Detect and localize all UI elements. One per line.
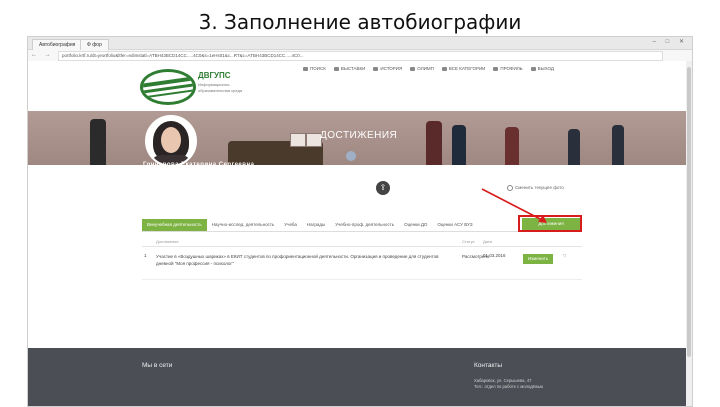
slide-title: 3. Заполнение автобиографии [198,10,522,34]
site-footer: Мы в сети Контакты Хабаровск, ул. Серыше… [28,348,686,406]
browser-tab[interactable]: Автобиография [32,39,83,50]
scrollbar-thumb[interactable] [687,67,691,357]
tab-study[interactable]: Учеба [279,219,302,231]
site-header: ДВГУПС Информационно-образовательная сре… [28,61,686,111]
browser-tab[interactable]: Ф фор [80,39,109,50]
status-badge: Рассмотрено [462,254,490,259]
tab-professional[interactable]: Учебно-проф. деятельность [330,219,399,231]
nav-item-olymp[interactable]: ОЛИМП [410,66,434,71]
avatar[interactable] [145,115,197,167]
banner-figure [452,125,466,165]
logout-icon [530,66,536,71]
table-row: 1 Участие в «Воздушных шариках» в ЕКИТ с… [142,251,582,280]
footer-contacts-title: Контакты [474,362,503,369]
banner-figure [90,119,106,165]
column-header-date: Дата [483,239,492,244]
table-header: Достижение Статус Дата [142,238,582,247]
footer-contact-line: Тел.: отдел по работе с молодёжью [474,384,544,389]
tab-awards[interactable]: Награды [302,219,330,231]
achievement-date: 01.03.2016 [483,253,506,258]
university-logo-icon[interactable] [140,69,196,105]
column-header-achievement: Достижение [156,239,179,244]
window-controls[interactable]: – □ ✕ [653,38,688,45]
nav-item-categories[interactable]: ВСЕ КАТЕГОРИИ [441,66,485,71]
logo-subtitle: Информационно-образовательная среда [198,82,243,93]
nav-item-exhibitions[interactable]: ВЫСТАВКИ [333,66,365,71]
nav-item-profile[interactable]: ПРОФИЛЬ [493,66,523,71]
tab-grades-do[interactable]: Оценки ДО [399,219,432,231]
browser-tab-bar: Автобиография Ф фор – □ ✕ [28,37,692,50]
filter-icon[interactable]: ▽ [563,253,566,259]
user-name: Гончарова Екатерина Сергеевна [143,162,255,168]
achievement-description: Участие в «Воздушных шариках» в ЕКИТ сту… [156,254,439,266]
nav-item-search[interactable]: ПОИСК [303,66,326,71]
olymp-icon [410,66,416,71]
tab-research[interactable]: Научно-исслед. деятельность [207,219,280,231]
url-input[interactable]: portfolio.krtf.ru/dt=jeortfolio&ltfer=ed… [58,51,663,61]
tab-extracurricular[interactable]: Внеучебная деятельность [142,219,207,231]
profile-banner: ДОСТИЖЕНИЯ [28,111,686,165]
row-number: 1 [144,253,147,258]
pointer-arrow-icon [481,188,547,223]
exhibitions-icon [333,66,339,71]
top-nav: ПОИСК ВЫСТАВКИ ИСТОРИЯ ОЛИМП ВСЕ КАТЕГОР… [303,66,554,71]
banner-lamp [346,151,356,161]
categories-icon [441,66,447,71]
column-header-status: Статус [462,239,475,244]
logo-name: ДВГУПС [198,71,231,80]
nav-item-logout[interactable]: ВЫХОД [530,66,554,71]
history-icon [373,66,379,71]
browser-window: Автобиография Ф фор – □ ✕ ← → ⟳ portfoli… [27,36,693,407]
edit-button[interactable]: Изменить [523,254,553,264]
profile-icon [493,66,499,71]
scrollbar[interactable] [686,61,692,406]
nav-item-history[interactable]: ИСТОРИЯ [373,66,402,71]
banner-frame [290,133,306,147]
search-icon [303,66,308,71]
banner-figure [568,129,580,165]
banner-figure [426,121,442,165]
banner-title: ДОСТИЖЕНИЯ [320,130,398,141]
upload-icon[interactable]: ⇪ [376,181,390,195]
banner-figure [505,127,519,165]
banner-figure [612,125,624,165]
footer-social-title: Мы в сети [142,362,173,369]
